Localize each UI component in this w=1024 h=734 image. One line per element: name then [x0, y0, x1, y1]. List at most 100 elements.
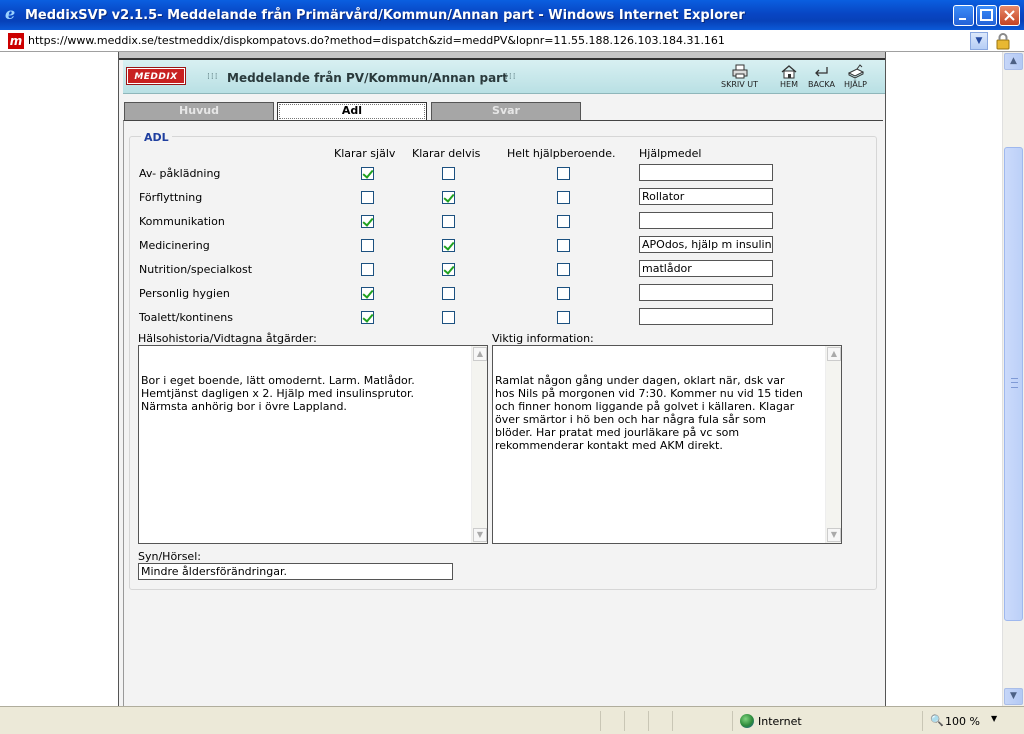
- page-scrollbar[interactable]: ▲ ▼: [1002, 52, 1024, 706]
- col-header-partial: Klarar delvis: [412, 147, 481, 160]
- home-label: HEM: [780, 80, 798, 89]
- site-favicon: m: [8, 33, 24, 49]
- checkbox-self[interactable]: [361, 287, 374, 300]
- page-frame: MEDDIX ⁞⁞⁞ Meddelande från PV/Kommun/Ann…: [118, 52, 886, 706]
- checkbox-dependent[interactable]: [557, 239, 570, 252]
- vision-label: Syn/Hörsel:: [138, 550, 201, 563]
- zoom-dropdown-icon[interactable]: ▼: [991, 714, 997, 723]
- adl-legend: ADL: [141, 131, 172, 144]
- tab-svar[interactable]: Svar: [431, 102, 581, 121]
- checkbox-partial[interactable]: [442, 215, 455, 228]
- home-icon: [781, 65, 797, 79]
- back-label: BACKA: [808, 80, 835, 89]
- address-dropdown-button[interactable]: ▼: [970, 32, 988, 50]
- security-zone: Internet: [758, 715, 802, 728]
- checkbox-partial[interactable]: [442, 167, 455, 180]
- status-divider: [732, 711, 733, 731]
- print-label: SKRIV UT: [721, 80, 758, 89]
- important-textarea[interactable]: Ramlat någon gång under dagen, oklart nä…: [492, 345, 842, 544]
- checkbox-partial[interactable]: [442, 263, 455, 276]
- important-label: Viktig information:: [492, 332, 594, 345]
- globe-icon: [740, 714, 754, 728]
- maximize-button[interactable]: [976, 5, 997, 26]
- history-scrollbar[interactable]: ▲ ▼: [471, 346, 487, 543]
- checkbox-dependent[interactable]: [557, 311, 570, 324]
- top-strip: [119, 52, 885, 60]
- tab-adl[interactable]: Adl: [277, 102, 427, 121]
- checkbox-self[interactable]: [361, 311, 374, 324]
- grip-icon: [1011, 378, 1018, 388]
- page-title: Meddelande från PV/Kommun/Annan part: [227, 71, 508, 85]
- scroll-up-icon[interactable]: ▲: [827, 347, 841, 361]
- window-title: MeddixSVP v2.1.5- Meddelande från Primär…: [25, 8, 745, 23]
- home-button[interactable]: HEM: [779, 64, 799, 89]
- col-header-aid: Hjälpmedel: [639, 147, 702, 160]
- row-label: Toalett/kontinens: [139, 311, 233, 324]
- help-book-icon: [847, 64, 864, 79]
- col-header-self: Klarar själv: [334, 147, 396, 160]
- scroll-down-icon[interactable]: ▼: [473, 528, 487, 542]
- aid-input[interactable]: matlådor: [639, 260, 773, 277]
- app-header: MEDDIX ⁞⁞⁞ Meddelande från PV/Kommun/Ann…: [123, 60, 885, 94]
- checkbox-partial[interactable]: [442, 311, 455, 324]
- history-textarea[interactable]: Bor i eget boende, lätt omodernt. Larm. …: [138, 345, 488, 544]
- lock-icon[interactable]: [994, 32, 1012, 50]
- scroll-thumb[interactable]: [1004, 147, 1023, 621]
- checkbox-self[interactable]: [361, 239, 374, 252]
- row-label: Personlig hygien: [139, 287, 230, 300]
- aid-input[interactable]: [639, 164, 773, 181]
- address-bar[interactable]: m https://www.meddix.se/testmeddix/dispk…: [0, 30, 1024, 52]
- important-scrollbar[interactable]: ▲ ▼: [825, 346, 841, 543]
- scroll-up-arrow-icon[interactable]: ▲: [1004, 53, 1023, 70]
- scroll-up-icon[interactable]: ▲: [473, 347, 487, 361]
- back-button[interactable]: BACKA: [808, 64, 835, 89]
- checkbox-self[interactable]: [361, 215, 374, 228]
- checkbox-dependent[interactable]: [557, 287, 570, 300]
- checkbox-self[interactable]: [361, 263, 374, 276]
- zoom-level[interactable]: 100 %: [945, 715, 980, 728]
- checkbox-self[interactable]: [361, 167, 374, 180]
- checkbox-dependent[interactable]: [557, 167, 570, 180]
- status-divider: [672, 711, 673, 731]
- checkbox-dependent[interactable]: [557, 191, 570, 204]
- scroll-down-icon[interactable]: ▼: [827, 528, 841, 542]
- status-divider: [624, 711, 625, 731]
- window-titlebar: e MeddixSVP v2.1.5- Meddelande från Prim…: [0, 0, 1024, 30]
- status-divider: [648, 711, 649, 731]
- back-arrow-icon: [815, 67, 829, 77]
- col-header-dependent: Helt hjälpberoende.: [507, 147, 616, 160]
- row-label: Av- påklädning: [139, 167, 221, 180]
- aid-input[interactable]: APOdos, hjälp m insulin: [639, 236, 773, 253]
- checkbox-partial[interactable]: [442, 191, 455, 204]
- ie-icon: e: [5, 4, 16, 23]
- aid-input[interactable]: [639, 308, 773, 325]
- tab-huvud[interactable]: Huvud: [124, 102, 274, 121]
- checkbox-self[interactable]: [361, 191, 374, 204]
- history-label: Hälsohistoria/Vidtagna åtgärder:: [138, 332, 317, 345]
- row-label: Nutrition/specialkost: [139, 263, 253, 276]
- close-button[interactable]: [999, 5, 1020, 26]
- minimize-button[interactable]: [953, 5, 974, 26]
- aid-input[interactable]: [639, 212, 773, 229]
- status-divider: [600, 711, 601, 731]
- row-label: Medicinering: [139, 239, 210, 252]
- history-text: Bor i eget boende, lätt omodernt. Larm. …: [141, 374, 415, 413]
- status-bar: Internet 🔍 100 % ▼: [0, 706, 1024, 734]
- vision-input[interactable]: Mindre åldersförändringar.: [138, 563, 453, 580]
- scroll-down-arrow-icon[interactable]: ▼: [1004, 688, 1023, 705]
- grip-dots-icon: ⁞⁞⁞: [207, 72, 219, 82]
- close-icon: [1004, 10, 1015, 21]
- aid-input[interactable]: Rollator: [639, 188, 773, 205]
- maximize-icon: [980, 9, 993, 21]
- url-text[interactable]: https://www.meddix.se/testmeddix/dispkom…: [28, 34, 725, 47]
- help-button[interactable]: HJÄLP: [844, 64, 867, 89]
- print-button[interactable]: SKRIV UT: [721, 64, 758, 89]
- checkbox-dependent[interactable]: [557, 215, 570, 228]
- checkbox-partial[interactable]: [442, 239, 455, 252]
- aid-input[interactable]: [639, 284, 773, 301]
- printer-icon: [732, 64, 747, 79]
- checkbox-dependent[interactable]: [557, 263, 570, 276]
- minimize-icon: [959, 18, 966, 20]
- zoom-icon[interactable]: 🔍: [930, 714, 944, 727]
- checkbox-partial[interactable]: [442, 287, 455, 300]
